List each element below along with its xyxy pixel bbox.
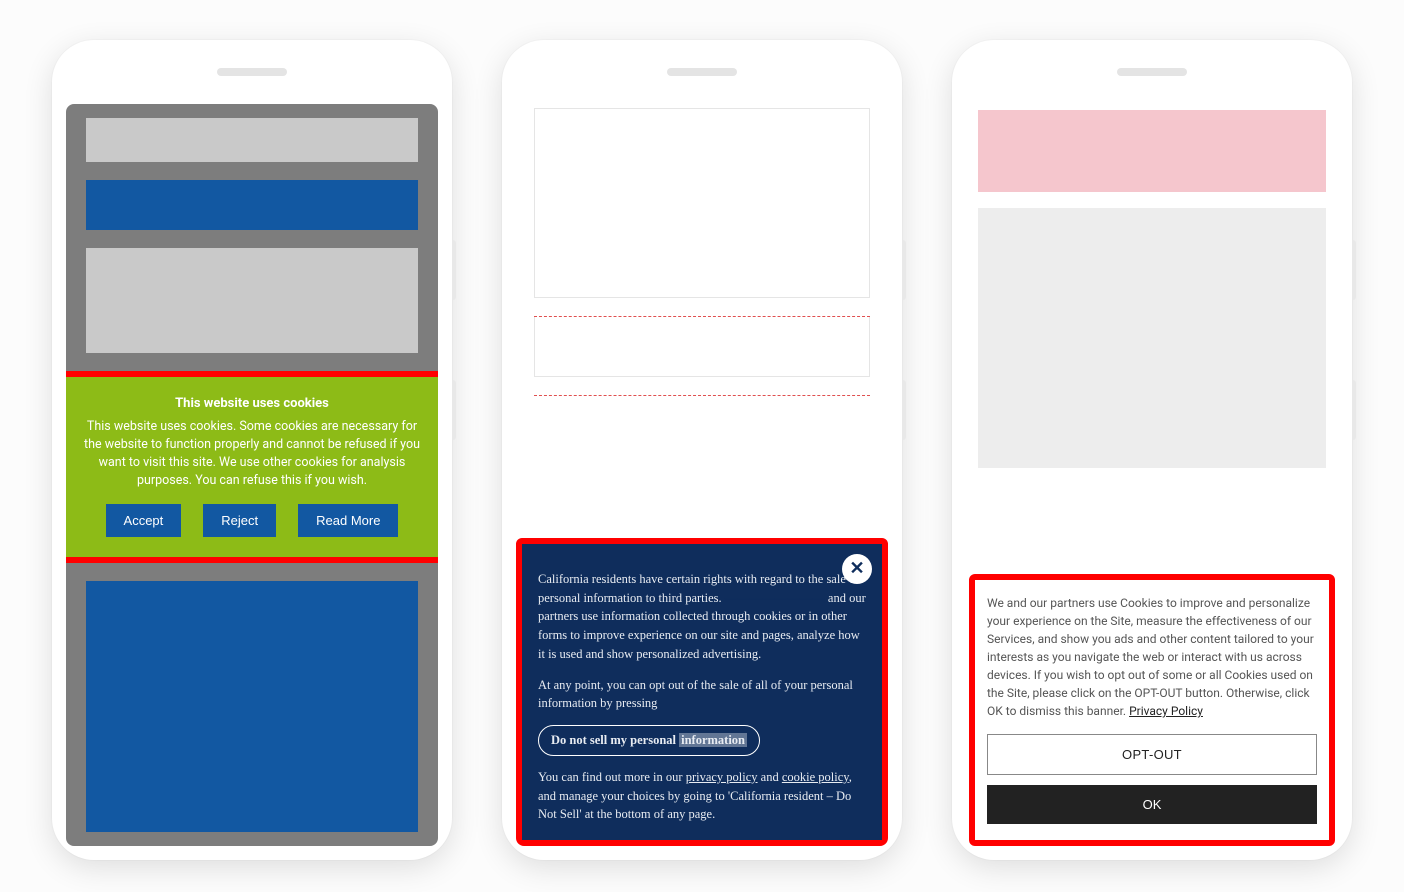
redacted-text: ———————— (725, 591, 828, 605)
highlight-box: ✕ California residents have certain righ… (516, 538, 888, 846)
placeholder-block (86, 581, 418, 832)
placeholder-block (978, 208, 1326, 468)
text: and (758, 770, 782, 784)
button-label-highlighted: information (679, 733, 747, 747)
close-icon[interactable]: ✕ (842, 554, 872, 584)
speaker-slot (217, 68, 287, 76)
placeholder-block (534, 317, 870, 377)
do-not-sell-button[interactable]: Do not sell my personal information (538, 725, 760, 756)
highlight-box: This website uses cookies This website u… (66, 371, 438, 563)
read-more-button[interactable]: Read More (298, 504, 398, 537)
cookie-banner-title: This website uses cookies (79, 395, 425, 414)
cookie-banner-body: We and our partners use Cookies to impro… (987, 596, 1314, 718)
speaker-slot (667, 68, 737, 76)
side-button (452, 380, 456, 440)
highlight-box: We and our partners use Cookies to impro… (969, 574, 1335, 846)
side-button (452, 240, 456, 300)
cookie-policy-link[interactable]: cookie policy (782, 770, 849, 784)
cookie-banner-body: This website uses cookies. Some cookies … (79, 418, 425, 491)
cookie-banner-para: You can find out more in our privacy pol… (538, 768, 866, 824)
phone-screen-3: We and our partners use Cookies to impro… (966, 104, 1338, 846)
placeholder-block (86, 180, 418, 230)
phone-frame-2: ✕ California residents have certain righ… (502, 40, 902, 860)
placeholder-block (978, 110, 1326, 192)
phone-screen-2: ✕ California residents have certain righ… (516, 104, 888, 846)
placeholder-block (86, 118, 418, 162)
button-label: Do not sell my personal (551, 733, 679, 747)
privacy-policy-link[interactable]: Privacy Policy (1129, 704, 1203, 718)
side-button (902, 240, 906, 300)
side-button (902, 380, 906, 440)
cookie-banner-para: California residents have certain rights… (538, 570, 866, 664)
reject-button[interactable]: Reject (203, 504, 276, 537)
text: You can find out more in our (538, 770, 686, 784)
cookie-banner-2: ✕ California residents have certain righ… (522, 544, 882, 840)
speaker-slot (1117, 68, 1187, 76)
placeholder-block (86, 248, 418, 353)
accept-button[interactable]: Accept (106, 504, 182, 537)
side-button (1352, 380, 1356, 440)
cookie-banner-3: We and our partners use Cookies to impro… (975, 580, 1329, 840)
phone-screen-1: This website uses cookies This website u… (66, 104, 438, 846)
cookie-banner-1: This website uses cookies This website u… (66, 377, 438, 557)
opt-out-button[interactable]: OPT-OUT (987, 734, 1317, 775)
cookie-banner-para: At any point, you can opt out of the sal… (538, 676, 866, 714)
privacy-policy-link[interactable]: privacy policy (686, 770, 758, 784)
placeholder-block (534, 108, 870, 298)
ok-button[interactable]: OK (987, 785, 1317, 824)
phone-frame-1: This website uses cookies This website u… (52, 40, 452, 860)
phone-frame-3: We and our partners use Cookies to impro… (952, 40, 1352, 860)
side-button (1352, 240, 1356, 300)
